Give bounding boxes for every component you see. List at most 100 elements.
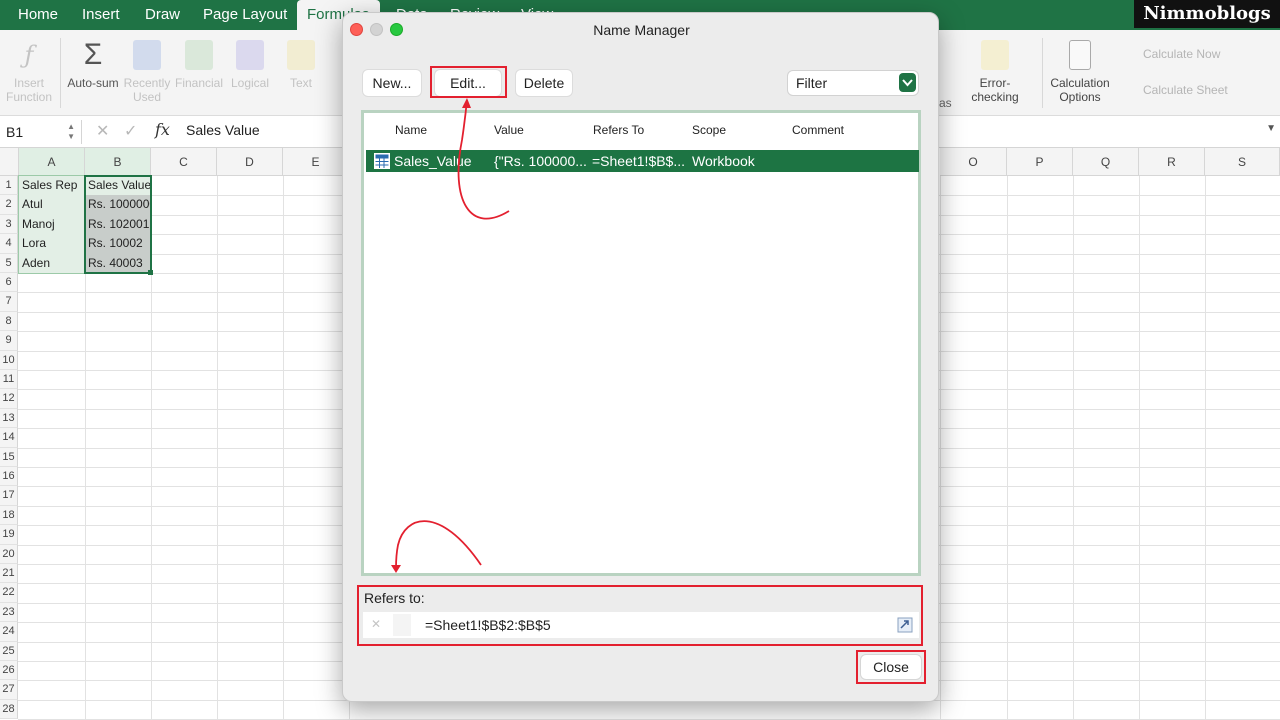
financial-button[interactable]: Financial [170,36,228,90]
insert-function-icon[interactable]: fx [155,120,170,139]
collapse-dialog-icon[interactable] [897,617,913,633]
row-header[interactable]: 17 [0,486,18,506]
tab-home[interactable]: Home [14,0,62,30]
names-list[interactable]: Name Value Refers To Scope Comment Sales… [361,110,921,576]
cancel-icon[interactable]: ✕ [96,121,109,141]
calculate-sheet-button[interactable]: Calculate Sheet [1143,83,1228,97]
selection-outline [84,175,152,274]
error-checking-icon [981,40,1009,70]
sigma-icon: Σ [83,38,103,71]
row-header[interactable]: 28 [0,699,18,720]
column-header[interactable]: R [1139,148,1205,176]
grid-line [1139,176,1140,720]
chevron-down-icon [899,73,916,92]
autosum-button[interactable]: Σ Auto-sum [64,36,122,91]
row-header[interactable]: 18 [0,505,18,526]
row-header[interactable]: 4 [0,234,18,254]
row-header[interactable]: 22 [0,583,18,603]
row-header[interactable]: 14 [0,428,18,448]
column-header[interactable]: A [19,148,85,176]
row-header[interactable]: 8 [0,311,18,332]
row-header[interactable]: 1 [0,176,18,196]
row-header[interactable]: 7 [0,292,18,312]
column-header-comment[interactable]: Comment [792,123,844,137]
row-header[interactable]: 24 [0,622,18,642]
row-header[interactable]: 27 [0,680,18,700]
row-header[interactable]: 16 [0,467,18,487]
row-header[interactable]: 9 [0,331,18,351]
name-cell: Sales_Value [394,153,472,169]
enter-check-icon[interactable]: ✓ [124,121,137,141]
column-header-refers-to[interactable]: Refers To [593,123,644,137]
star-icon [133,40,161,70]
refers-to-input[interactable]: ✕ =Sheet1!$B$2:$B$5 [363,612,919,638]
calculate-now-button[interactable]: Calculate Now [1143,47,1220,61]
close-highlight-box: Close [856,650,926,684]
column-header-name[interactable]: Name [395,123,427,137]
column-header[interactable]: D [217,148,283,176]
refers-to-section: Refers to: ✕ =Sheet1!$B$2:$B$5 [357,585,923,646]
expand-formula-bar-icon[interactable]: ▼ [1266,123,1276,134]
column-header[interactable]: O [940,148,1007,176]
tab-draw[interactable]: Draw [141,0,184,30]
column-header-value[interactable]: Value [494,123,524,137]
text-icon [287,40,315,70]
name-box-stepper-icon[interactable]: ▲ ▼ [67,122,75,142]
new-button[interactable]: New... [363,70,421,96]
column-header[interactable]: Q [1073,148,1139,176]
error-checking-button[interactable]: Error-checking [956,36,1034,104]
row-header[interactable]: 25 [0,641,18,661]
row-header[interactable]: 5 [0,253,18,273]
formula-input[interactable]: Sales Value [186,122,260,138]
dialog-title: Name Manager [593,22,690,38]
confirm-edit-button[interactable] [393,614,411,636]
row-header[interactable]: 21 [0,564,18,584]
row-header[interactable]: 11 [0,370,18,390]
grid-line [940,176,941,720]
grid-line [1007,176,1008,720]
filter-dropdown[interactable]: Filter [788,71,918,95]
row-header[interactable]: 15 [0,447,18,467]
grid-line [1073,176,1074,720]
select-all-corner[interactable] [0,148,19,176]
name-manager-dialog: Name Manager New... Edit... Delete Filte… [342,12,939,702]
calculation-options-button[interactable]: Calculation Options [1050,36,1110,104]
column-header[interactable]: S [1205,148,1280,176]
text-button[interactable]: Text [272,36,330,90]
define-names-label-partial: as [939,96,952,110]
row-header[interactable]: 26 [0,661,18,681]
delete-button[interactable]: Delete [516,70,572,96]
column-header[interactable]: E [283,148,349,176]
row-header[interactable]: 2 [0,195,18,215]
close-button[interactable]: Close [861,655,921,679]
fill-handle[interactable] [148,270,153,275]
row-header[interactable]: 10 [0,350,18,370]
row-header[interactable]: 19 [0,525,18,545]
financial-icon [185,40,213,70]
name-row-selected[interactable]: Sales_Value {"Rs. 100000... =Sheet1!$B$.… [366,150,919,172]
value-cell: {"Rs. 100000... [494,153,587,169]
row-header[interactable]: 23 [0,602,18,623]
excel-window: Home Insert Draw Page Layout Formulas Da… [0,0,1280,720]
row-header[interactable]: 12 [0,389,18,409]
column-header[interactable]: C [151,148,217,176]
name-box[interactable]: B1 ▲ ▼ [0,120,82,144]
refers-to-label: Refers to: [364,590,425,606]
recently-used-button[interactable]: Recently Used [118,36,176,104]
row-header[interactable]: 3 [0,214,18,235]
column-header-scope[interactable]: Scope [692,123,726,137]
row-header[interactable]: 20 [0,544,18,564]
row-header[interactable]: 6 [0,273,18,293]
column-header[interactable]: P [1007,148,1073,176]
function-icon: ƒ [24,41,34,69]
grid-line [283,176,284,720]
row-header[interactable]: 13 [0,408,18,429]
tab-insert[interactable]: Insert [78,0,124,30]
logical-button[interactable]: Logical [221,36,279,90]
tab-page-layout[interactable]: Page Layout [199,0,291,30]
edit-highlight-box [430,66,507,98]
logical-icon [236,40,264,70]
column-header[interactable]: B [85,148,151,176]
cancel-edit-icon[interactable]: ✕ [371,617,381,631]
insert-function-button[interactable]: ƒ Insert Function [0,36,58,104]
